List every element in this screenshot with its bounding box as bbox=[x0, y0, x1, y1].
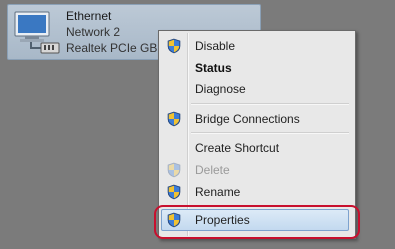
properties-highlight-ring bbox=[154, 205, 360, 239]
menu-item-label: Rename bbox=[195, 185, 241, 199]
menu-item-label: Disable bbox=[195, 39, 236, 53]
adapter-name: Ethernet bbox=[66, 9, 112, 23]
menu-item-rename[interactable]: Rename bbox=[161, 181, 351, 203]
uac-shield-icon bbox=[166, 38, 182, 54]
menu-separator bbox=[191, 103, 349, 105]
menu-item-label: Bridge Connections bbox=[195, 112, 300, 126]
uac-shield-icon bbox=[166, 111, 182, 127]
network-adapter-icon bbox=[14, 11, 60, 54]
menu-item-delete: Delete bbox=[161, 159, 351, 181]
menu-separator bbox=[191, 132, 349, 134]
menu-item-create-shortcut[interactable]: Create Shortcut bbox=[161, 137, 351, 159]
menu-item-status[interactable]: Status bbox=[161, 57, 351, 79]
menu-item-label: Diagnose bbox=[195, 82, 246, 96]
uac-shield-icon bbox=[166, 162, 182, 178]
uac-shield-icon bbox=[166, 184, 182, 200]
menu-item-label: Create Shortcut bbox=[195, 141, 280, 155]
menu-item-disable[interactable]: Disable bbox=[161, 35, 351, 57]
menu-item-label: Status bbox=[195, 61, 232, 75]
adapter-network: Network 2 bbox=[66, 25, 121, 39]
menu-item-bridge-connections[interactable]: Bridge Connections bbox=[161, 108, 351, 130]
menu-item-label: Delete bbox=[195, 163, 230, 177]
menu-item-diagnose[interactable]: Diagnose bbox=[161, 78, 351, 100]
